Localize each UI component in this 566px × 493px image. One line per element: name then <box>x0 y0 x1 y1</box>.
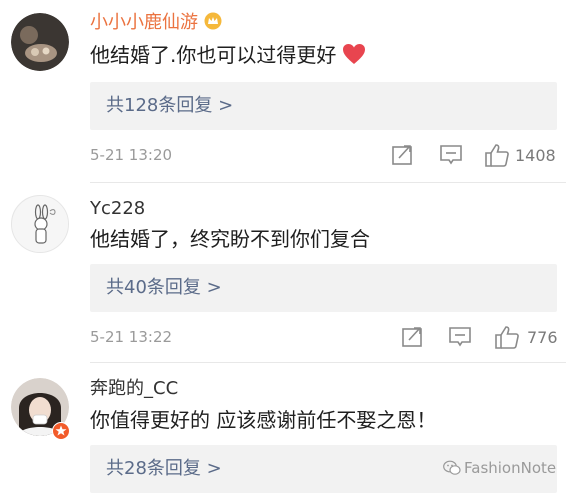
comment-icon[interactable] <box>438 142 464 168</box>
thumbs-up-icon[interactable] <box>494 324 520 350</box>
watermark: FashionNote <box>443 459 556 477</box>
like-count: 1408 <box>515 146 556 165</box>
divider <box>90 362 566 363</box>
username[interactable]: 小小小鹿仙游 <box>90 12 222 34</box>
reply-thread-link[interactable]: 共40条回复 > <box>90 264 557 312</box>
comment-text: 你值得更好的 应该感谢前任不娶之恩！ <box>90 408 437 432</box>
divider <box>90 182 566 183</box>
username[interactable]: Yc228 <box>90 198 145 220</box>
timestamp: 5-21 13:20 <box>90 146 173 164</box>
comment-meta: 5-21 13:22 776 <box>90 324 560 352</box>
reply-count-label: 共28条回复 > <box>106 458 222 479</box>
like-count: 776 <box>527 328 558 347</box>
comment-meta: 5-21 13:20 1408 <box>90 142 560 170</box>
vip-crown-icon <box>204 12 222 30</box>
avatar[interactable] <box>11 195 69 253</box>
comment-text: 他结婚了.你也可以过得更好 <box>90 42 366 68</box>
reply-thread-link[interactable]: 共128条回复 > <box>90 82 557 130</box>
comment-text: 他结婚了，终究盼不到你们复合 <box>90 227 370 251</box>
reply-count-label: 共40条回复 > <box>106 277 222 298</box>
forward-icon[interactable] <box>400 324 426 350</box>
wechat-icon <box>443 460 461 475</box>
reply-count-label: 共128条回复 > <box>106 95 234 116</box>
red-heart-emoji-icon <box>343 44 366 64</box>
comment-icon[interactable] <box>447 324 473 350</box>
thumbs-up-icon[interactable] <box>484 142 510 168</box>
verified-badge-icon <box>52 422 70 440</box>
avatar[interactable] <box>11 13 69 71</box>
username[interactable]: 奔跑的_CC <box>90 378 178 400</box>
forward-icon[interactable] <box>390 142 416 168</box>
timestamp: 5-21 13:22 <box>90 328 173 346</box>
